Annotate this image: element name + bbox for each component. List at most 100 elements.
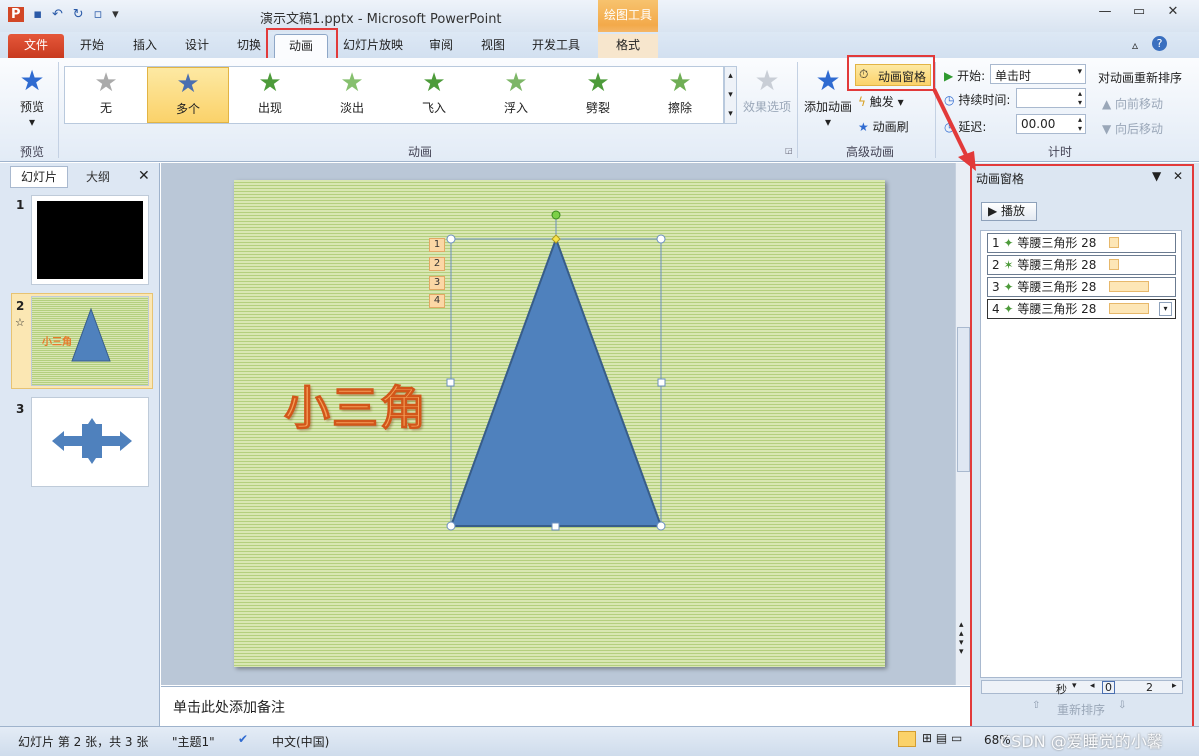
star-green-icon: ★	[668, 68, 692, 98]
preview-label: 预览	[19, 100, 44, 114]
scroll-thumb[interactable]	[957, 327, 970, 472]
start-label-text: 开始:	[957, 69, 986, 83]
gallery-fade[interactable]: ★ 淡出	[311, 67, 393, 123]
spellcheck-icon[interactable]: ✔	[238, 732, 248, 746]
gallery-scroll[interactable]: ▴ ▾ ▾	[724, 66, 737, 124]
spinner-icon[interactable]: ▴ ▾	[1078, 115, 1082, 133]
save-icon[interactable]: ▪	[33, 7, 42, 22]
minimize-ribbon-icon[interactable]: ▵	[1132, 38, 1138, 52]
qat-customize-icon[interactable]: ▾	[112, 7, 119, 22]
animation-painter-button[interactable]: ★ 动画刷	[858, 118, 909, 135]
window-title: 演示文稿1.pptx - Microsoft PowerPoint	[260, 12, 502, 27]
wordart-title[interactable]: 小三角	[284, 372, 428, 438]
highlight-animation-pane-button	[847, 55, 935, 91]
normal-view-icon[interactable]	[898, 731, 916, 747]
highlight-animation-pane	[970, 164, 1194, 729]
duration-input[interactable]: ▴ ▾	[1016, 88, 1086, 108]
start-select[interactable]: 单击时 ▾	[990, 64, 1086, 84]
resize-handle[interactable]	[446, 521, 456, 531]
help-icon[interactable]: ?	[1152, 36, 1167, 51]
gallery-label: 出现	[257, 101, 282, 115]
black-slide	[37, 201, 143, 279]
quick-access-toolbar: P ▪ ↶ ↻ ▫ ▾	[8, 7, 125, 22]
slide-number: 2	[16, 299, 25, 313]
tab-home[interactable]: 开始	[72, 34, 112, 58]
tab-design[interactable]: 设计	[176, 34, 218, 58]
tab-slideshow[interactable]: 幻灯片放映	[340, 34, 406, 58]
tab-developer[interactable]: 开发工具	[526, 34, 586, 58]
gallery-label: 淡出	[339, 101, 364, 115]
undo-icon[interactable]: ↶	[52, 7, 63, 22]
gallery-multiple[interactable]: ★ 多个	[147, 67, 229, 123]
gallery-fly-in[interactable]: ★ 飞入	[393, 67, 475, 123]
trigger-label: 触发	[869, 95, 894, 109]
gallery-none[interactable]: ★ 无	[65, 67, 147, 123]
add-animation-label: 添加动画	[803, 100, 852, 114]
gallery-label: 飞入	[421, 101, 446, 115]
resize-handle[interactable]	[656, 521, 666, 531]
redo-icon[interactable]: ↻	[73, 7, 84, 22]
gallery-label: 浮入	[503, 101, 528, 115]
tab-transitions[interactable]: 切换	[228, 34, 270, 58]
tab-view[interactable]: 视图	[472, 34, 514, 58]
close-button[interactable]: ✕	[1160, 4, 1186, 24]
tab-outline[interactable]: 大纲	[72, 168, 124, 188]
resize-handle[interactable]	[446, 234, 456, 244]
gallery-wipe[interactable]: ★ 擦除	[639, 67, 721, 123]
trigger-button[interactable]: ϟ 触发 ▾	[858, 93, 904, 110]
tab-review[interactable]: 审阅	[420, 34, 462, 58]
group-label-animation: 动画	[407, 145, 432, 159]
gallery-label: 无	[99, 101, 112, 115]
effect-options-label: 效果选项	[742, 100, 791, 114]
star-gray-icon: ★	[94, 68, 118, 98]
tab-format[interactable]: 格式	[598, 34, 658, 58]
move-later-label: 向后移动	[1115, 122, 1164, 136]
animation-star-icon: ☆	[15, 316, 25, 329]
close-panel-icon[interactable]: ✕	[138, 168, 150, 184]
separator	[58, 62, 59, 158]
animation-gallery: ★ 无 ★ 多个 ★ 出现 ★ 淡出 ★ 飞入 ★ 浮入 ★ 劈裂 ★ 擦除	[64, 66, 724, 124]
rotate-handle[interactable]	[551, 210, 561, 220]
star-green-icon: ★	[504, 68, 528, 98]
tab-slides[interactable]: 幻灯片	[10, 166, 68, 188]
notes-placeholder[interactable]: 单击此处添加备注	[173, 697, 285, 717]
resize-handle[interactable]	[551, 522, 560, 531]
canvas-scrollbar[interactable]: ▴ ▴ ▾ ▾	[955, 163, 971, 685]
tab-insert[interactable]: 插入	[124, 34, 166, 58]
gallery-split[interactable]: ★ 劈裂	[557, 67, 639, 123]
slide-thumbnail-3[interactable]	[31, 397, 149, 487]
preview-dropdown-icon: ▾	[28, 115, 36, 129]
star-green-icon: ★	[586, 68, 610, 98]
maximize-button[interactable]: ▭	[1126, 4, 1152, 24]
resize-handle[interactable]	[656, 234, 666, 244]
gallery-label: 劈裂	[585, 101, 610, 115]
tab-file[interactable]: 文件	[8, 34, 64, 58]
preview-button[interactable]: ★ 预览 ▾	[14, 64, 50, 129]
gallery-label: 多个	[175, 102, 200, 116]
minimize-button[interactable]: —	[1092, 4, 1118, 24]
slide-thumbnail-1[interactable]	[31, 195, 149, 285]
lightning-icon: ϟ	[858, 95, 866, 109]
resize-handle[interactable]	[446, 378, 455, 387]
prev-next-slide-icons[interactable]: ▴ ▴ ▾ ▾	[959, 621, 964, 657]
effect-options-button: ★ 效果选项	[742, 64, 792, 115]
animation-timing-bar	[1109, 281, 1149, 292]
start-value: 单击时	[995, 69, 1032, 83]
new-doc-icon[interactable]: ▫	[93, 7, 102, 22]
triangle-shape[interactable]	[440, 205, 675, 537]
group-label-preview: 预览	[19, 145, 44, 159]
gallery-float-in[interactable]: ★ 浮入	[475, 67, 557, 123]
delay-value: 00.00	[1021, 117, 1056, 131]
spinner-icon[interactable]: ▴ ▾	[1078, 89, 1082, 107]
powerpoint-logo-icon: P	[8, 7, 24, 22]
slide-thumbnail-2[interactable]: 小三角	[31, 296, 149, 386]
dialog-launcher-icon[interactable]: ◲	[785, 146, 793, 155]
delay-input[interactable]: 00.00 ▴ ▾	[1016, 114, 1086, 134]
view-buttons-icon[interactable]: ⊞ ▤ ▭	[922, 731, 962, 745]
language[interactable]: 中文(中国)	[272, 733, 329, 750]
gallery-appear[interactable]: ★ 出现	[229, 67, 311, 123]
adjust-handle[interactable]	[551, 234, 561, 244]
animation-timing-bar	[1109, 303, 1149, 314]
resize-handle[interactable]	[657, 378, 666, 387]
slide-number: 1	[16, 198, 25, 212]
